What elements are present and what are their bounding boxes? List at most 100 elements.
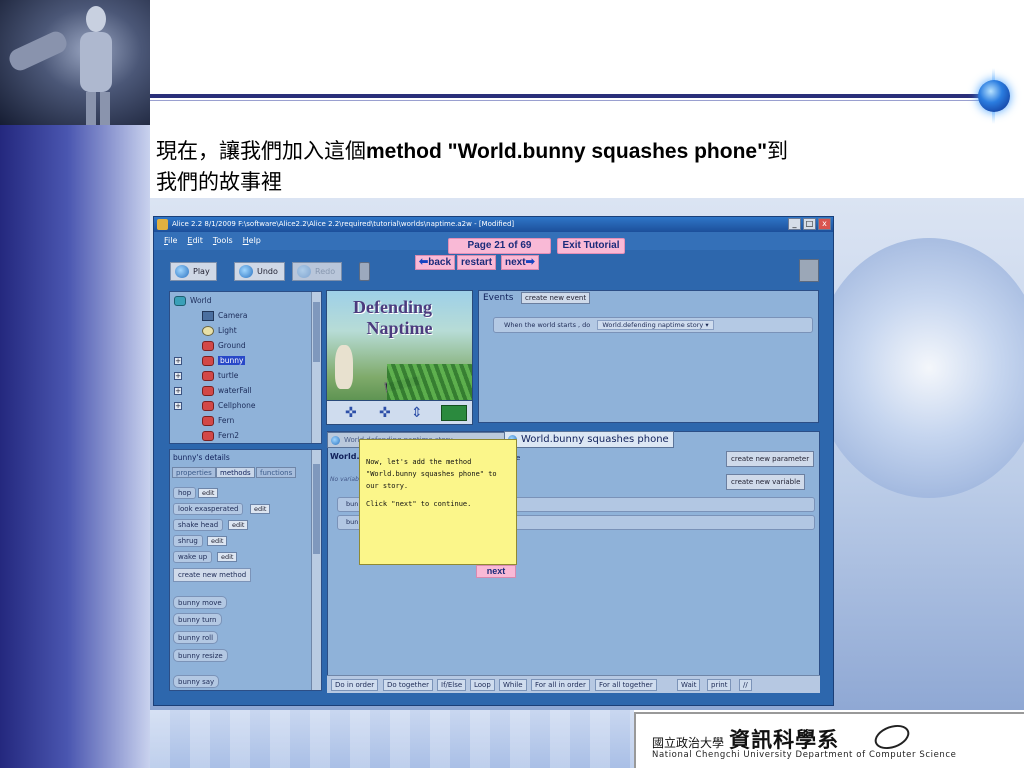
builtin-roll[interactable]: bunny roll (173, 631, 219, 644)
control-structures-bar: Do in order Do together If/Else Loop Whi… (327, 675, 820, 693)
event-trigger-text: When the world starts , do (504, 321, 591, 329)
window-title: Alice 2.2 8/1/2009 F:\software\Alice2.2\… (172, 220, 515, 228)
event-method-select[interactable]: World.defending naptime story ▾ (597, 320, 714, 330)
tree-item-world[interactable]: World (174, 294, 212, 308)
slide-title: 現在，讓我們加入這個method "World.bunny squashes p… (156, 136, 956, 198)
ctrl-comment[interactable]: // (739, 679, 752, 691)
tree-item-fern2[interactable]: Fern2 (202, 429, 239, 443)
method-header: World. (330, 452, 360, 461)
builtin-say[interactable]: bunny say (173, 675, 220, 688)
create-new-parameter-button[interactable]: create new parameter (726, 451, 815, 467)
code-row-text: bun (346, 518, 359, 526)
tooltip-next-button[interactable]: next (476, 565, 516, 578)
tree-label: bunny (218, 356, 246, 365)
tab-label: World.bunny squashes phone (521, 434, 669, 445)
menu-tools[interactable]: Tools (213, 232, 233, 250)
ctrl-if-else[interactable]: If/Else (437, 679, 467, 691)
ctrl-for-all-in-order[interactable]: For all in order (531, 679, 590, 691)
menu-help[interactable]: Help (243, 232, 261, 250)
method-wake-up[interactable]: wake up (173, 551, 213, 563)
maximize-button[interactable]: □ (803, 218, 816, 230)
tree-label: waterFall (218, 386, 252, 395)
details-panel: bunny's details properties methods funct… (169, 449, 322, 691)
menu-file[interactable]: File (164, 232, 177, 250)
next-button-top[interactable]: next➡ (501, 255, 539, 270)
ctrl-do-in-order[interactable]: Do in order (331, 679, 379, 691)
method-hop[interactable]: hop (173, 487, 197, 499)
tab-methods[interactable]: methods (216, 467, 255, 478)
restart-button[interactable]: restart (457, 255, 497, 270)
tree-item-cellphone[interactable]: Cellphone (202, 399, 256, 413)
object-icon (202, 431, 214, 441)
clipboard-icon[interactable] (799, 259, 819, 282)
tree-item-fern[interactable]: Fern (202, 414, 234, 428)
header-rule-thin (150, 100, 990, 101)
expand-icon[interactable]: + (174, 387, 182, 395)
edit-wake-up-button[interactable]: edit (217, 552, 238, 562)
builtin-move[interactable]: bunny move (173, 596, 227, 609)
event-method-value: World.defending naptime story (602, 321, 704, 329)
builtin-turn[interactable]: bunny turn (173, 613, 222, 626)
move-camera-icon[interactable]: ✜ (345, 405, 357, 421)
method-tab-icon (331, 436, 340, 445)
back-label: back (428, 257, 452, 268)
minimize-button[interactable]: _ (788, 218, 801, 230)
tree-item-camera[interactable]: Camera (202, 309, 247, 323)
method-shrug[interactable]: shrug (173, 535, 203, 547)
expand-icon[interactable]: + (174, 372, 182, 380)
trash-icon[interactable] (359, 262, 370, 281)
back-arrow-icon: ⬅ (419, 256, 429, 268)
create-new-method-button[interactable]: create new method (173, 568, 252, 582)
logo-university: 國立政治大學 (652, 736, 725, 750)
undo-button[interactable]: Undo (234, 262, 285, 281)
ctrl-wait[interactable]: Wait (677, 679, 701, 691)
chevron-down-icon: ▾ (705, 321, 709, 329)
details-scrollbar[interactable] (311, 450, 321, 690)
tutorial-tooltip: Now, let's add the method "World.bunny s… (359, 439, 517, 565)
edit-shrug-button[interactable]: edit (207, 536, 228, 546)
create-new-event-button[interactable]: create new event (521, 292, 591, 304)
edit-look-exasperated-button[interactable]: edit (250, 504, 271, 514)
exit-tutorial-button[interactable]: Exit Tutorial (557, 238, 625, 254)
redo-label: Redo (315, 267, 336, 276)
back-button[interactable]: ⬅back (415, 255, 456, 270)
tilt-camera-icon[interactable]: ⇕ (411, 405, 423, 421)
object-icon (202, 356, 214, 366)
event-row[interactable]: When the world starts , do World.defendi… (493, 317, 813, 333)
ctrl-for-all-together[interactable]: For all together (595, 679, 657, 691)
close-button[interactable]: x (818, 218, 831, 230)
play-button[interactable]: Play (170, 262, 217, 281)
tree-scrollbar[interactable] (311, 292, 321, 443)
redo-icon (297, 265, 311, 278)
tab-functions[interactable]: functions (256, 467, 297, 478)
tree-item-light[interactable]: Light (202, 324, 237, 338)
ctrl-while[interactable]: While (499, 679, 527, 691)
create-new-variable-button[interactable]: create new variable (726, 474, 806, 490)
light-icon (202, 326, 214, 336)
menu-edit[interactable]: Edit (187, 232, 203, 250)
redo-button[interactable]: Redo (292, 262, 343, 281)
ctrl-do-together[interactable]: Do together (383, 679, 434, 691)
tooltip-line2: Click "next" to continue. (366, 500, 472, 508)
edit-hop-button[interactable]: edit (198, 488, 219, 498)
tree-item-waterfall[interactable]: waterFall (202, 384, 252, 398)
tab-properties[interactable]: properties (172, 467, 216, 478)
pan-camera-icon[interactable]: ✜ (379, 405, 391, 421)
edit-shake-head-button[interactable]: edit (228, 520, 249, 530)
method-look-exasperated[interactable]: look exasperated (173, 503, 244, 515)
bunny-figure (335, 345, 353, 389)
tree-item-bunny[interactable]: bunny (202, 354, 246, 368)
ctrl-print[interactable]: print (707, 679, 732, 691)
tree-item-turtle[interactable]: turtle (202, 369, 238, 383)
expand-icon[interactable]: + (174, 357, 182, 365)
ctrl-loop[interactable]: Loop (470, 679, 495, 691)
logo-english: National Chengchi University Department … (652, 750, 957, 760)
tab-bunny-squashes-phone[interactable]: World.bunny squashes phone (504, 431, 674, 448)
tree-item-ground[interactable]: Ground (202, 339, 246, 353)
add-objects-button[interactable] (441, 405, 467, 421)
object-icon (202, 341, 214, 351)
method-shake-head[interactable]: shake head (173, 519, 224, 531)
builtin-resize[interactable]: bunny resize (173, 649, 228, 662)
world-icon (174, 296, 186, 306)
expand-icon[interactable]: + (174, 402, 182, 410)
